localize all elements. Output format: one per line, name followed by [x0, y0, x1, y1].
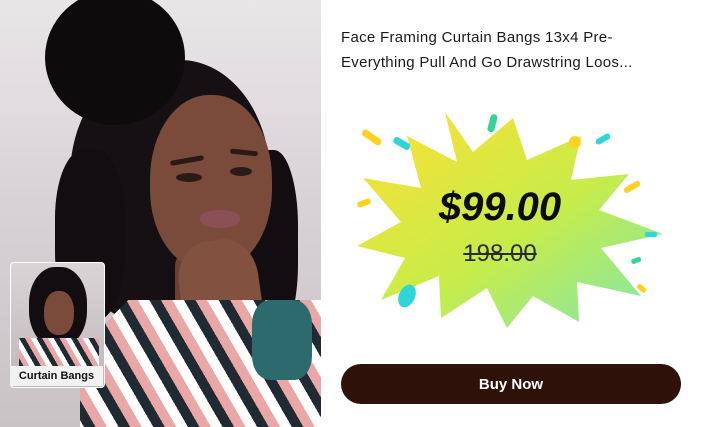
eye-left: [176, 173, 202, 182]
thumbnail-label: Curtain Bangs: [10, 366, 103, 386]
price-burst: $99.00 198.00: [345, 100, 675, 330]
confetti-cyan-3: [645, 232, 657, 237]
original-price: 198.00: [463, 240, 537, 267]
buy-now-button[interactable]: Buy Now: [341, 364, 681, 404]
product-title-line-2: Everything Pull And Go Drawstring Loos..…: [341, 54, 633, 71]
confetti-cyan-2: [595, 133, 611, 145]
product-title[interactable]: Face Framing Curtain Bangs 13x4 Pre- Eve…: [341, 25, 686, 75]
confetti-yellow-1: [361, 129, 382, 146]
confetti-green-1: [487, 114, 498, 133]
teal-collar: [252, 300, 312, 380]
lips-shape: [200, 210, 240, 228]
product-title-line-1: Face Framing Curtain Bangs 13x4 Pre-: [341, 29, 613, 46]
eye-right: [230, 167, 252, 176]
sale-price: $99.00: [438, 185, 562, 229]
confetti-gold-dot: [569, 136, 581, 148]
product-photo[interactable]: Curtain Bangs: [0, 0, 321, 427]
thumb-face: [44, 291, 74, 335]
confetti-yellow-4: [637, 284, 647, 293]
